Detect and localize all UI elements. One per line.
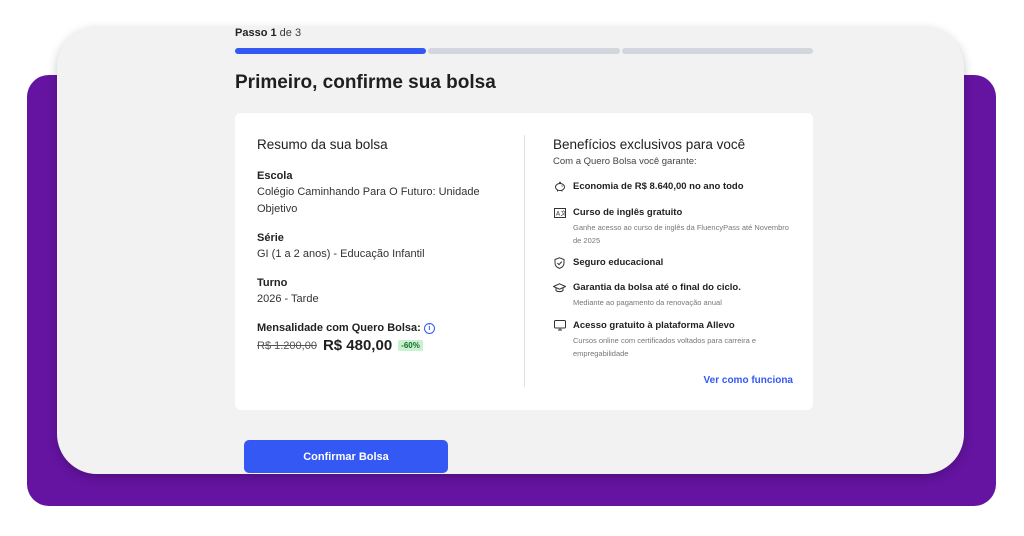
confirm-button[interactable]: Confirmar Bolsa xyxy=(244,440,448,473)
benefit-item: Acesso gratuito à plataforma Allevo Curs… xyxy=(553,319,793,360)
svg-text:文: 文 xyxy=(560,209,566,217)
step-of: de xyxy=(279,27,292,39)
fee-field: Mensalidade com Quero Bolsa: i R$ 1.200,0… xyxy=(257,322,435,354)
benefit-title: Seguro educacional xyxy=(573,257,664,268)
new-price: R$ 480,00 xyxy=(322,337,393,354)
benefit-item: A文 Curso de inglês gratuito Ganhe acesso… xyxy=(553,206,793,247)
benefit-title: Garantia da bolsa até o final do ciclo. xyxy=(573,282,741,293)
benefit-item: Garantia da bolsa até o final do ciclo. … xyxy=(553,281,793,309)
benefit-description: Ganhe acesso ao curso de inglês da Fluen… xyxy=(573,223,789,245)
monitor-icon xyxy=(553,319,566,332)
benefit-description: Mediante ao pagamento da renovação anual xyxy=(573,298,722,307)
step-total: 3 xyxy=(294,27,302,39)
progress-bar xyxy=(235,48,813,54)
summary-title: Resumo da sua bolsa xyxy=(257,137,388,152)
benefits-subtitle: Com a Quero Bolsa você garante: xyxy=(553,156,697,167)
benefits-title: Benefícios exclusivos para você xyxy=(553,137,746,152)
price-row: R$ 1.200,00 R$ 480,00 -60% xyxy=(257,337,435,354)
benefit-description: Cursos online com certificados voltados … xyxy=(573,336,756,358)
grade-value: GI (1 a 2 anos) - Educação Infantil xyxy=(257,248,425,260)
old-price: R$ 1.200,00 xyxy=(257,339,317,352)
info-icon[interactable]: i xyxy=(423,322,435,334)
app-window: Passo 1 de 3 Primeiro, confirme sua bols… xyxy=(57,27,964,474)
progress-segment-1 xyxy=(235,48,427,54)
benefit-item: Economia de R$ 8.640,00 no ano todo xyxy=(553,180,793,193)
benefit-title: Acesso gratuito à plataforma Allevo xyxy=(573,320,735,331)
card-divider xyxy=(524,135,525,387)
step-word: Passo xyxy=(235,27,268,39)
shield-check-icon xyxy=(553,256,566,269)
grade-field: Série GI (1 a 2 anos) - Educação Infanti… xyxy=(257,232,425,263)
summary-section: Resumo da sua bolsa Escola Colégio Camin… xyxy=(257,137,502,354)
benefit-title: Economia de R$ 8.640,00 no ano todo xyxy=(573,181,744,192)
grade-label: Série xyxy=(257,232,284,244)
scholarship-card: Resumo da sua bolsa Escola Colégio Camin… xyxy=(235,113,813,410)
benefits-section: Benefícios exclusivos para você Com a Qu… xyxy=(553,137,793,386)
school-value: Colégio Caminhando Para O Futuro: Unidad… xyxy=(257,186,480,215)
step-indicator: Passo 1 de 3 xyxy=(235,27,301,39)
step-current: 1 xyxy=(270,27,277,39)
benefit-title: Curso de inglês gratuito xyxy=(573,207,683,218)
language-icon: A文 xyxy=(553,206,566,219)
school-field: Escola Colégio Caminhando Para O Futuro:… xyxy=(257,170,502,218)
how-it-works-link[interactable]: Ver como funciona xyxy=(704,375,793,386)
school-label: Escola xyxy=(257,170,293,182)
piggy-bank-icon xyxy=(553,180,566,193)
discount-badge: -60% xyxy=(398,340,423,351)
progress-segment-2 xyxy=(428,48,620,54)
progress-segment-3 xyxy=(621,48,813,54)
shift-label: Turno xyxy=(257,277,288,289)
benefit-item: Seguro educacional xyxy=(553,256,793,269)
shift-value: 2026 - Tarde xyxy=(257,293,319,305)
page-title: Primeiro, confirme sua bolsa xyxy=(235,72,496,93)
shift-field: Turno 2026 - Tarde xyxy=(257,277,319,308)
graduation-cap-icon xyxy=(553,281,566,294)
fee-label: Mensalidade com Quero Bolsa: xyxy=(257,322,421,334)
